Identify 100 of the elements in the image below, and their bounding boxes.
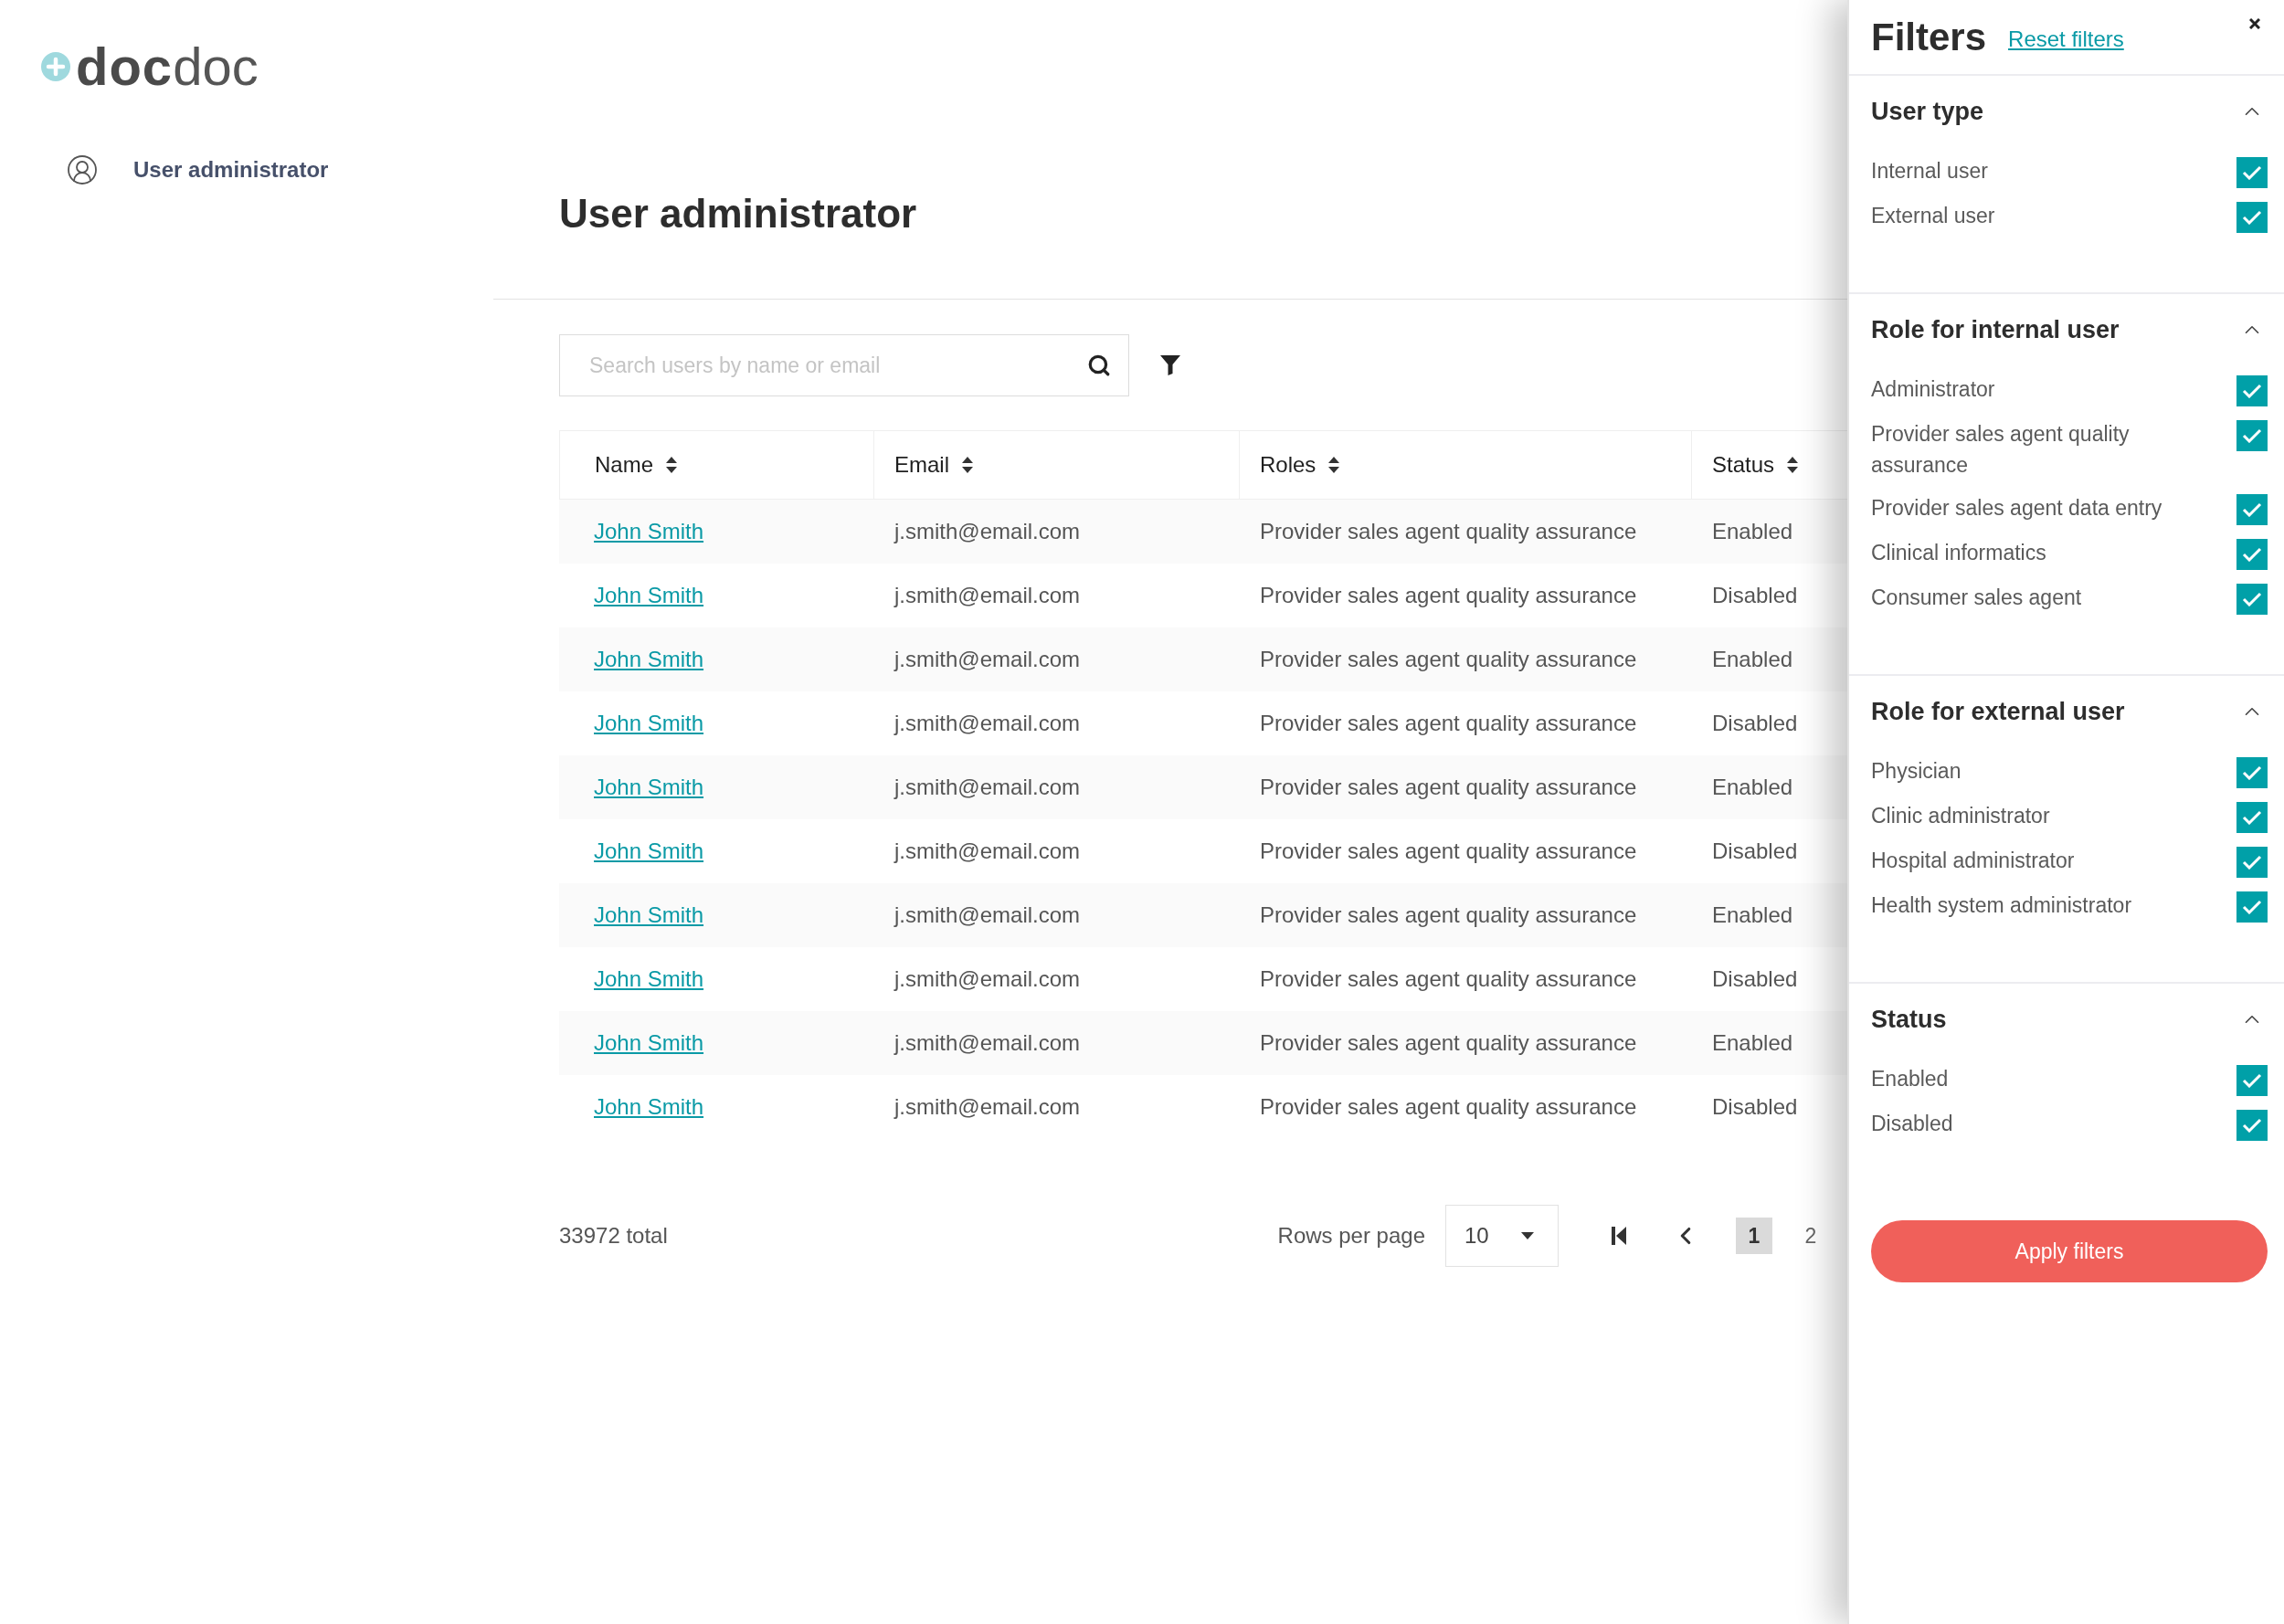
reset-filters-link[interactable]: Reset filters xyxy=(2008,26,2124,52)
checkbox[interactable] xyxy=(2236,202,2268,233)
first-page-icon xyxy=(1612,1227,1626,1245)
check-icon xyxy=(2242,592,2262,606)
checkbox[interactable] xyxy=(2236,891,2268,923)
table-cell: Provider sales agent quality assurance xyxy=(1260,775,1637,800)
checkbox[interactable] xyxy=(2236,584,2268,615)
page-title: User administrator xyxy=(559,190,917,237)
table-cell: Provider sales agent quality assurance xyxy=(1260,902,1637,928)
filter-icon[interactable] xyxy=(1160,355,1180,375)
user-name-link[interactable]: John Smith xyxy=(594,902,704,928)
user-name-link[interactable]: John Smith xyxy=(594,647,704,672)
option-label: Enabled xyxy=(1871,1066,1949,1092)
page-button[interactable]: 1 xyxy=(1736,1218,1772,1254)
checkbox[interactable] xyxy=(2236,802,2268,833)
sort-icon[interactable] xyxy=(666,457,678,473)
user-name-link[interactable]: John Smith xyxy=(594,1030,704,1056)
option-label: Provider sales agent data entry xyxy=(1871,495,2162,522)
table-cell: Provider sales agent quality assurance xyxy=(1260,838,1637,864)
table-cell: Disabled xyxy=(1712,583,1798,608)
check-icon xyxy=(2242,428,2262,443)
page-button[interactable]: 2 xyxy=(1792,1218,1829,1254)
option-label: Clinical informatics xyxy=(1871,540,2046,566)
table-cell: j.smith@email.com xyxy=(894,711,1081,736)
section-title: User type xyxy=(1871,97,1984,126)
table-cell: Provider sales agent quality assurance xyxy=(1260,1094,1637,1120)
section-title: Role for external user xyxy=(1871,697,2125,726)
table-cell: Enabled xyxy=(1712,1030,1793,1056)
option-label: Disabled xyxy=(1871,1111,1953,1137)
table-cell: Disabled xyxy=(1712,1094,1798,1120)
checkbox[interactable] xyxy=(2236,539,2268,570)
close-icon xyxy=(2249,17,2260,29)
option-label: Provider sales agent quality assurance xyxy=(1871,421,2131,479)
sidebar-item[interactable]: User administrator xyxy=(66,153,493,186)
check-icon xyxy=(2242,210,2262,225)
table-cell: Disabled xyxy=(1712,711,1798,736)
table-cell: j.smith@email.com xyxy=(894,583,1081,608)
option-label: Health system administrator xyxy=(1871,892,2132,919)
user-name-link[interactable]: John Smith xyxy=(594,519,704,544)
checkbox[interactable] xyxy=(2236,375,2268,406)
checkbox[interactable] xyxy=(2236,157,2268,188)
checkbox[interactable] xyxy=(2236,420,2268,451)
table-cell: Provider sales agent quality assurance xyxy=(1260,1030,1637,1056)
check-icon xyxy=(2242,547,2262,562)
user-name-link[interactable]: John Smith xyxy=(594,1094,704,1120)
table-cell: Enabled xyxy=(1712,647,1793,672)
check-icon xyxy=(2242,384,2262,398)
rows-per-page-label: Rows per page xyxy=(1277,1223,1425,1249)
caret-icon xyxy=(1521,1232,1534,1239)
table-cell: Provider sales agent quality assurance xyxy=(1260,583,1637,608)
logo-text: doc xyxy=(76,46,174,88)
checkbox[interactable] xyxy=(2236,847,2268,878)
option-label: Administrator xyxy=(1871,376,1995,403)
first-page-button[interactable] xyxy=(1612,1227,1626,1245)
column-header[interactable]: Status xyxy=(1712,452,1775,478)
option-label: Hospital administrator xyxy=(1871,848,2075,874)
option-label: Physician xyxy=(1871,758,1961,785)
table-cell: j.smith@email.com xyxy=(894,1030,1081,1056)
checkbox[interactable] xyxy=(2236,1065,2268,1096)
check-icon xyxy=(2242,810,2262,825)
table-cell: j.smith@email.com xyxy=(894,775,1081,800)
table-cell: j.smith@email.com xyxy=(894,647,1081,672)
rows-per-page-select[interactable]: 10 xyxy=(1445,1205,1559,1267)
plus-circle-icon xyxy=(41,52,70,81)
close-button[interactable] xyxy=(2249,17,2260,29)
user-name-link[interactable]: John Smith xyxy=(594,775,704,800)
user-name-link[interactable]: John Smith xyxy=(594,966,704,992)
apply-filters-button[interactable]: Apply filters xyxy=(1871,1220,2268,1282)
column-header[interactable]: Name xyxy=(595,452,654,478)
panel-title: Filters xyxy=(1871,15,1987,59)
table-cell: Disabled xyxy=(1712,838,1798,864)
option-label: Internal user xyxy=(1871,158,1988,185)
table-cell: j.smith@email.com xyxy=(894,519,1081,544)
sort-icon[interactable] xyxy=(1328,457,1340,473)
check-icon xyxy=(2242,1118,2262,1133)
section-title: Role for internal user xyxy=(1871,315,2120,344)
check-icon xyxy=(2242,165,2262,180)
user-icon xyxy=(66,153,99,186)
table-cell: Enabled xyxy=(1712,519,1793,544)
total-count: 33972 total xyxy=(559,1223,668,1249)
table-cell: j.smith@email.com xyxy=(894,1094,1081,1120)
column-header[interactable]: Roles xyxy=(1260,452,1316,478)
user-name-link[interactable]: John Smith xyxy=(594,838,704,864)
search-icon[interactable] xyxy=(1087,353,1111,377)
user-name-link[interactable]: John Smith xyxy=(594,711,704,736)
search-field[interactable]: Search users by name or email xyxy=(559,334,1129,396)
sort-icon[interactable] xyxy=(1787,457,1799,473)
option-label: Clinic administrator xyxy=(1871,803,2050,829)
checkbox[interactable] xyxy=(2236,494,2268,525)
checkbox[interactable] xyxy=(2236,1110,2268,1141)
table-cell: Provider sales agent quality assurance xyxy=(1260,647,1637,672)
check-icon xyxy=(2242,765,2262,780)
user-name-link[interactable]: John Smith xyxy=(594,583,704,608)
check-icon xyxy=(2242,900,2262,914)
sort-icon[interactable] xyxy=(962,457,973,473)
column-header[interactable]: Email xyxy=(894,452,949,478)
table-cell: Enabled xyxy=(1712,902,1793,928)
checkbox[interactable] xyxy=(2236,757,2268,788)
table-cell: j.smith@email.com xyxy=(894,902,1081,928)
table-cell: Provider sales agent quality assurance xyxy=(1260,966,1637,992)
